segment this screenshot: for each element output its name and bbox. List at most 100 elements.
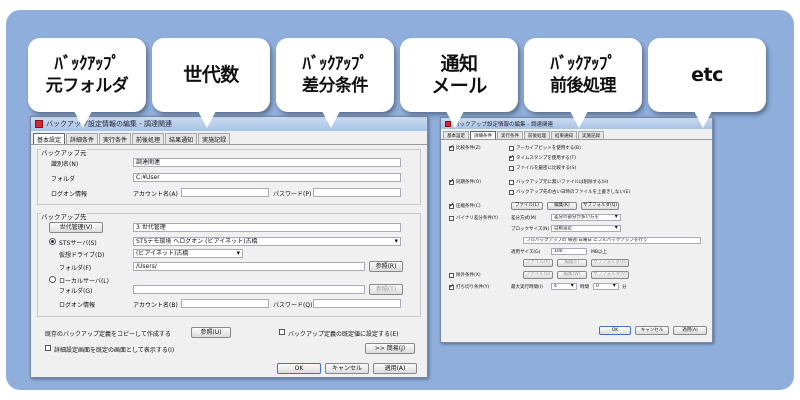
tab-log[interactable]: 実施記録: [198, 133, 231, 144]
file-button[interactable]: ファイル(L): [511, 202, 543, 210]
right-tab-bar: 基本設定 詳細条件 実行条件 前後処理 結果通知 実施記録: [441, 131, 712, 140]
callout-generations-line1: 世代数: [183, 64, 239, 86]
timeout-label: 打ち切り条件(Y): [456, 285, 490, 290]
callout-backup-source-line1: ﾊﾞｯｸｱｯﾌﾟ: [54, 54, 120, 74]
default-label: バックアップ定義の既定値に設定する(E): [288, 331, 399, 338]
tab-notify[interactable]: 結果通知: [165, 133, 198, 144]
callout-backup-source: ﾊﾞｯｸｱｯﾌﾟ 元フォルダ: [28, 38, 146, 128]
callout-pre-post-line2: 前後処理: [550, 76, 617, 96]
subfolder-button[interactable]: サブフォルダ(Q): [581, 202, 619, 210]
generation-button[interactable]: 世代管理(V): [49, 222, 103, 233]
r-ok-button[interactable]: OK: [599, 326, 631, 335]
apply-button[interactable]: 適用(A): [373, 363, 417, 374]
subfolder3-button[interactable]: サブフォルダ(V): [591, 271, 629, 279]
sts-label: STSサーバ(S): [59, 240, 97, 247]
binary-label: バイナリ差分条件(Y): [456, 216, 499, 221]
tab-detail[interactable]: 詳細条件: [66, 133, 99, 144]
simple-button[interactable]: >> 簡易(J): [365, 343, 415, 354]
min-label: 分: [622, 285, 627, 290]
local-radio[interactable]: [49, 276, 56, 283]
folder-input[interactable]: C:¥User: [133, 173, 401, 182]
tab-pre-post[interactable]: 前後処理: [132, 133, 165, 144]
callout-pre-post-line1: ﾊﾞｯｸｱｯﾌﾟ: [550, 54, 617, 74]
edit3-button[interactable]: 編集(W): [557, 271, 587, 279]
hour-label: 時間: [580, 285, 589, 290]
copy-browse-button[interactable]: 参照(U): [191, 327, 231, 338]
callout-diff-condition-line2: 差分条件: [302, 76, 369, 96]
exclude2-checkbox[interactable]: [449, 273, 454, 278]
content-checkbox[interactable]: [509, 166, 514, 171]
file3-button[interactable]: ファイル(U): [523, 271, 553, 279]
compare-label: 比較条件(Z): [456, 146, 481, 151]
sts-radio[interactable]: [49, 238, 56, 245]
binary-checkbox[interactable]: [449, 216, 454, 221]
subfolder2-button[interactable]: サブフォルダ(R): [591, 259, 629, 267]
ok-button[interactable]: OK: [277, 363, 321, 374]
sync2-checkbox[interactable]: [509, 190, 514, 195]
archive-label: アーカイブビットを使用する(B): [516, 146, 581, 151]
max-hour-select[interactable]: 4: [551, 283, 577, 290]
tab-execution[interactable]: 実行条件: [99, 133, 132, 144]
local-folder-input[interactable]: [133, 285, 365, 294]
r-tab-execution[interactable]: 実行条件: [497, 131, 523, 139]
password2-label: パスワード(Q): [273, 302, 313, 309]
browse-button[interactable]: 参照(R): [369, 261, 403, 272]
apply-size-label: 適用サイズ(G): [511, 250, 541, 255]
copy-label: 既存のバックアップ定義をコピーして作成する: [45, 331, 171, 338]
callout-etc-line1: etc: [691, 64, 723, 86]
exclude-checkbox[interactable]: [449, 201, 455, 209]
callout-pre-post: ﾊﾞｯｸｱｯﾌﾟ 前後処理: [524, 38, 642, 128]
edit-button[interactable]: 編集(K): [547, 202, 577, 210]
r-cancel-button[interactable]: キャンセル: [635, 326, 669, 335]
password-label: パスワード(P): [273, 191, 312, 198]
r-tab-basic[interactable]: 基本設定: [443, 131, 469, 139]
apply-size-input[interactable]: 100: [551, 248, 587, 255]
dest-folder-input[interactable]: /Users/: [133, 262, 365, 271]
block-select[interactable]: 自動設定: [551, 225, 621, 232]
app-icon: [35, 120, 43, 128]
detail-label: 詳細設定画面を既定の画面として表示する(I): [54, 347, 175, 354]
left-tab-bar: 基本設定 詳細条件 実行条件 前後処理 結果通知 実施記録: [31, 133, 427, 145]
logon-label: ログオン情報: [51, 191, 88, 198]
sts-select[interactable]: STSデモ環境 へログオン (ビアイネット)古橋: [133, 237, 401, 246]
full-backup-field: フルバックアップの 毎週 日曜日 にフルバックアップを行う: [523, 237, 701, 244]
r-apply-button[interactable]: 適用(A): [673, 326, 707, 335]
r-tab-detail[interactable]: 詳細条件: [470, 131, 496, 139]
r-tab-notify[interactable]: 結果通知: [551, 131, 577, 139]
compare-checkbox[interactable]: [449, 143, 455, 151]
password-input[interactable]: [313, 188, 401, 197]
right-window-title: バックアップ設定情報の編集 - 調達関連: [454, 121, 553, 128]
r-tab-pre-post[interactable]: 前後処理: [524, 131, 550, 139]
method-select[interactable]: 差分の部分が多い方を: [551, 214, 621, 221]
callout-diff-condition-line1: ﾊﾞｯｸｱｯﾌﾟ: [302, 54, 369, 74]
sync1-checkbox[interactable]: [509, 180, 514, 185]
timeout-checkbox[interactable]: [449, 282, 455, 290]
cancel-button[interactable]: キャンセル: [325, 363, 369, 374]
method-label: 差分方式(M): [511, 216, 537, 221]
browse2-button[interactable]: 参照(T): [369, 284, 403, 295]
max-min-select[interactable]: 0: [593, 283, 619, 290]
account2-input[interactable]: [181, 299, 269, 308]
account-label: アカウント名(A): [133, 191, 178, 198]
vdrive-select[interactable]: (ビアイネット)古橋: [133, 249, 243, 258]
detail-checkbox[interactable]: [45, 345, 51, 351]
account2-label: アカウント名(B): [133, 302, 178, 309]
tab-basic[interactable]: 基本設定: [33, 133, 66, 144]
default-checkbox[interactable]: [279, 329, 285, 335]
folder-label: フォルダ: [51, 176, 76, 183]
stage: バックアップ設定情報の編集 - 調達関連 基本設定 詳細条件 実行条件 前後処理…: [0, 0, 800, 400]
timestamp-checkbox[interactable]: [509, 153, 515, 161]
logon2-label: ログオン情報: [59, 302, 96, 309]
dest-folder-label: フォルダ(F): [59, 265, 92, 272]
archive-checkbox[interactable]: [509, 146, 514, 151]
password2-input[interactable]: [313, 299, 401, 308]
sync-checkbox[interactable]: [449, 177, 455, 185]
local-folder-label: フォルダ(G): [59, 288, 93, 295]
r-tab-log[interactable]: 実施記録: [578, 131, 604, 139]
edit2-button[interactable]: 編集(F): [557, 259, 587, 267]
id-input[interactable]: 調達関連: [133, 158, 401, 167]
account-input[interactable]: [181, 188, 269, 197]
generation-value: 3 世代管理: [133, 223, 401, 232]
file2-button[interactable]: ファイル(P): [523, 259, 553, 267]
exclude2-label: 除外条件(X): [456, 273, 481, 278]
